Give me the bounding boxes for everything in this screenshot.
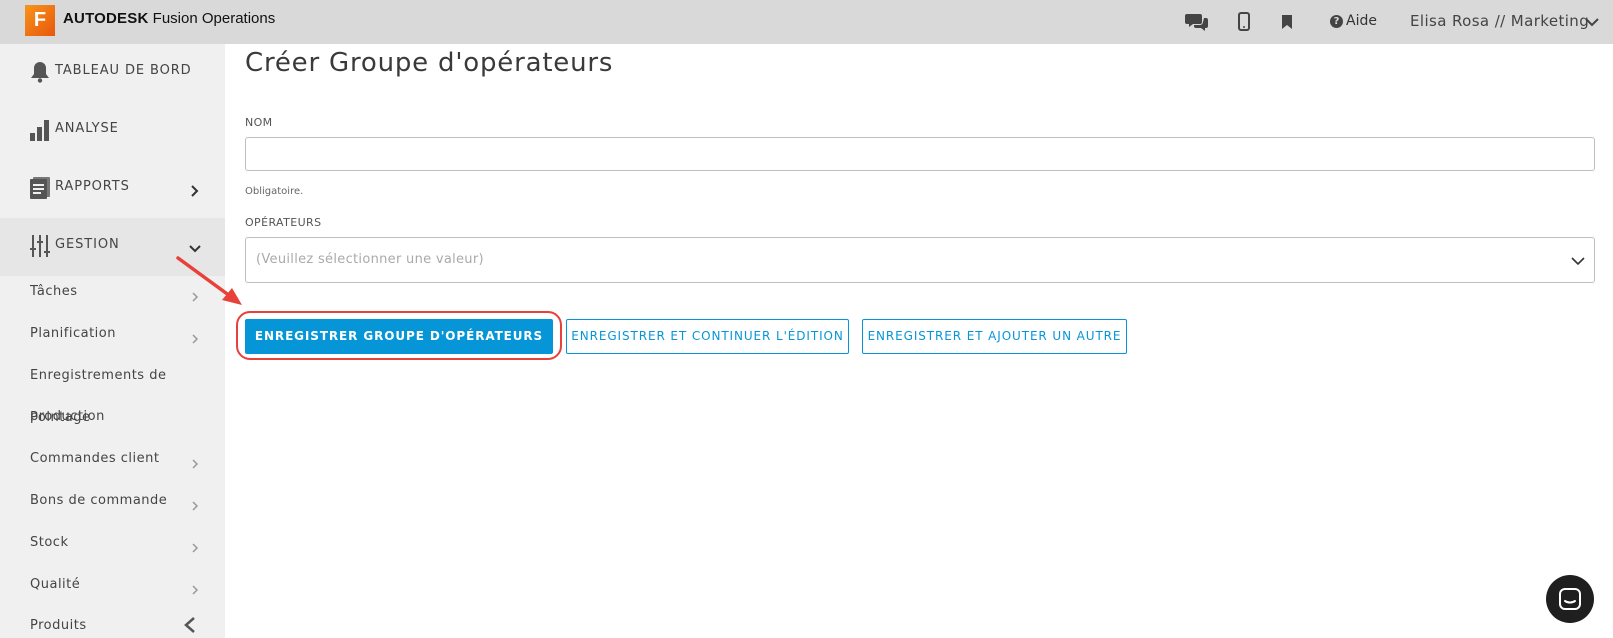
chevron-right-icon: [190, 581, 200, 595]
highlight-annotation: [236, 311, 562, 360]
sidebar-subitem-label: Qualité: [30, 577, 81, 592]
app-logo[interactable]: F: [25, 5, 55, 36]
operators-label: OPÉRATEURS: [245, 216, 322, 229]
sidebar-subitem-label: Commandes client: [30, 451, 160, 466]
name-input[interactable]: [245, 137, 1595, 171]
collapse-sidebar-icon[interactable]: [182, 616, 198, 634]
sidebar-subitem-sales-orders[interactable]: Commandes client: [0, 441, 225, 481]
sidebar-subitem-label: Produits: [30, 618, 87, 633]
save-and-continue-button[interactable]: ENREGISTRER ET CONTINUER L'ÉDITION: [566, 319, 849, 354]
chevron-right-icon: [190, 539, 200, 553]
operators-placeholder: (Veuillez sélectionner une valeur): [256, 252, 484, 267]
sidebar: TABLEAU DE BORD ANALYSE RAPPORTS GESTION…: [0, 44, 225, 638]
sidebar-subitem-time-tracking[interactable]: Pointage: [0, 400, 225, 440]
page-title: Créer Groupe d'opérateurs: [245, 48, 614, 78]
arrow-annotation-icon: [172, 252, 252, 316]
sidebar-subitem-label: Tâches: [30, 284, 78, 299]
sidebar-subitem-stock[interactable]: Stock: [0, 525, 225, 565]
product-name: Fusion Operations: [152, 10, 276, 27]
sidebar-item-analysis[interactable]: ANALYSE: [0, 102, 225, 160]
sidebar-item-dashboard[interactable]: TABLEAU DE BORD: [0, 44, 225, 102]
mobile-icon[interactable]: [1238, 12, 1260, 32]
bell-icon: [30, 61, 50, 83]
help-icon: ?: [1330, 15, 1343, 28]
sidebar-subitem-label: Stock: [30, 535, 69, 550]
chat-bubble-icon: [1559, 588, 1581, 610]
sidebar-item-label: ANALYSE: [55, 121, 119, 136]
help-label: Aide: [1346, 13, 1377, 29]
sidebar-subitem-planning[interactable]: Planification: [0, 316, 225, 356]
sidebar-subitem-label: Bons de commande: [30, 493, 168, 508]
chevron-down-icon[interactable]: [1584, 14, 1600, 30]
chevron-right-icon: [189, 182, 201, 197]
sidebar-subitem-quality[interactable]: Qualité: [0, 567, 225, 607]
user-menu[interactable]: Elisa Rosa // Marketing: [1410, 12, 1589, 30]
sliders-icon: [30, 235, 50, 257]
chat-icon[interactable]: [1185, 12, 1208, 32]
name-hint: Obligatoire.: [245, 186, 304, 197]
report-icon: [30, 177, 50, 199]
top-bar: F AUTODESK Fusion Operations ? Aide Elisa…: [0, 0, 1613, 44]
sidebar-subitem-label: Pointage: [30, 410, 91, 425]
sidebar-subitem-production-records[interactable]: Enregistrements de: [0, 358, 225, 398]
brand-name: AUTODESK: [63, 10, 149, 27]
chevron-right-icon: [190, 330, 200, 344]
chevron-down-icon: [189, 240, 201, 253]
chevron-right-icon: [190, 497, 200, 511]
sidebar-item-label: GESTION: [55, 237, 120, 252]
help-link[interactable]: ? Aide: [1330, 13, 1377, 29]
chat-launcher-button[interactable]: [1546, 575, 1594, 623]
bookmark-icon[interactable]: [1282, 14, 1304, 34]
sidebar-item-label: TABLEAU DE BORD: [55, 63, 192, 78]
sidebar-subitem-label: Enregistrements de: [30, 368, 167, 383]
chevron-right-icon: [190, 455, 200, 469]
chevron-down-icon: [1570, 253, 1586, 269]
sidebar-subitem-label: Planification: [30, 326, 116, 341]
name-label: NOM: [245, 116, 273, 129]
sidebar-item-reports[interactable]: RAPPORTS: [0, 160, 225, 218]
save-and-add-another-button[interactable]: ENREGISTRER ET AJOUTER UN AUTRE: [862, 319, 1127, 354]
operators-select[interactable]: (Veuillez sélectionner une valeur): [245, 237, 1595, 283]
sidebar-item-label: RAPPORTS: [55, 179, 130, 194]
app-title: AUTODESK Fusion Operations: [63, 10, 275, 27]
bar-chart-icon: [30, 119, 50, 141]
sidebar-subitem-purchase-orders[interactable]: Bons de commande: [0, 483, 225, 523]
